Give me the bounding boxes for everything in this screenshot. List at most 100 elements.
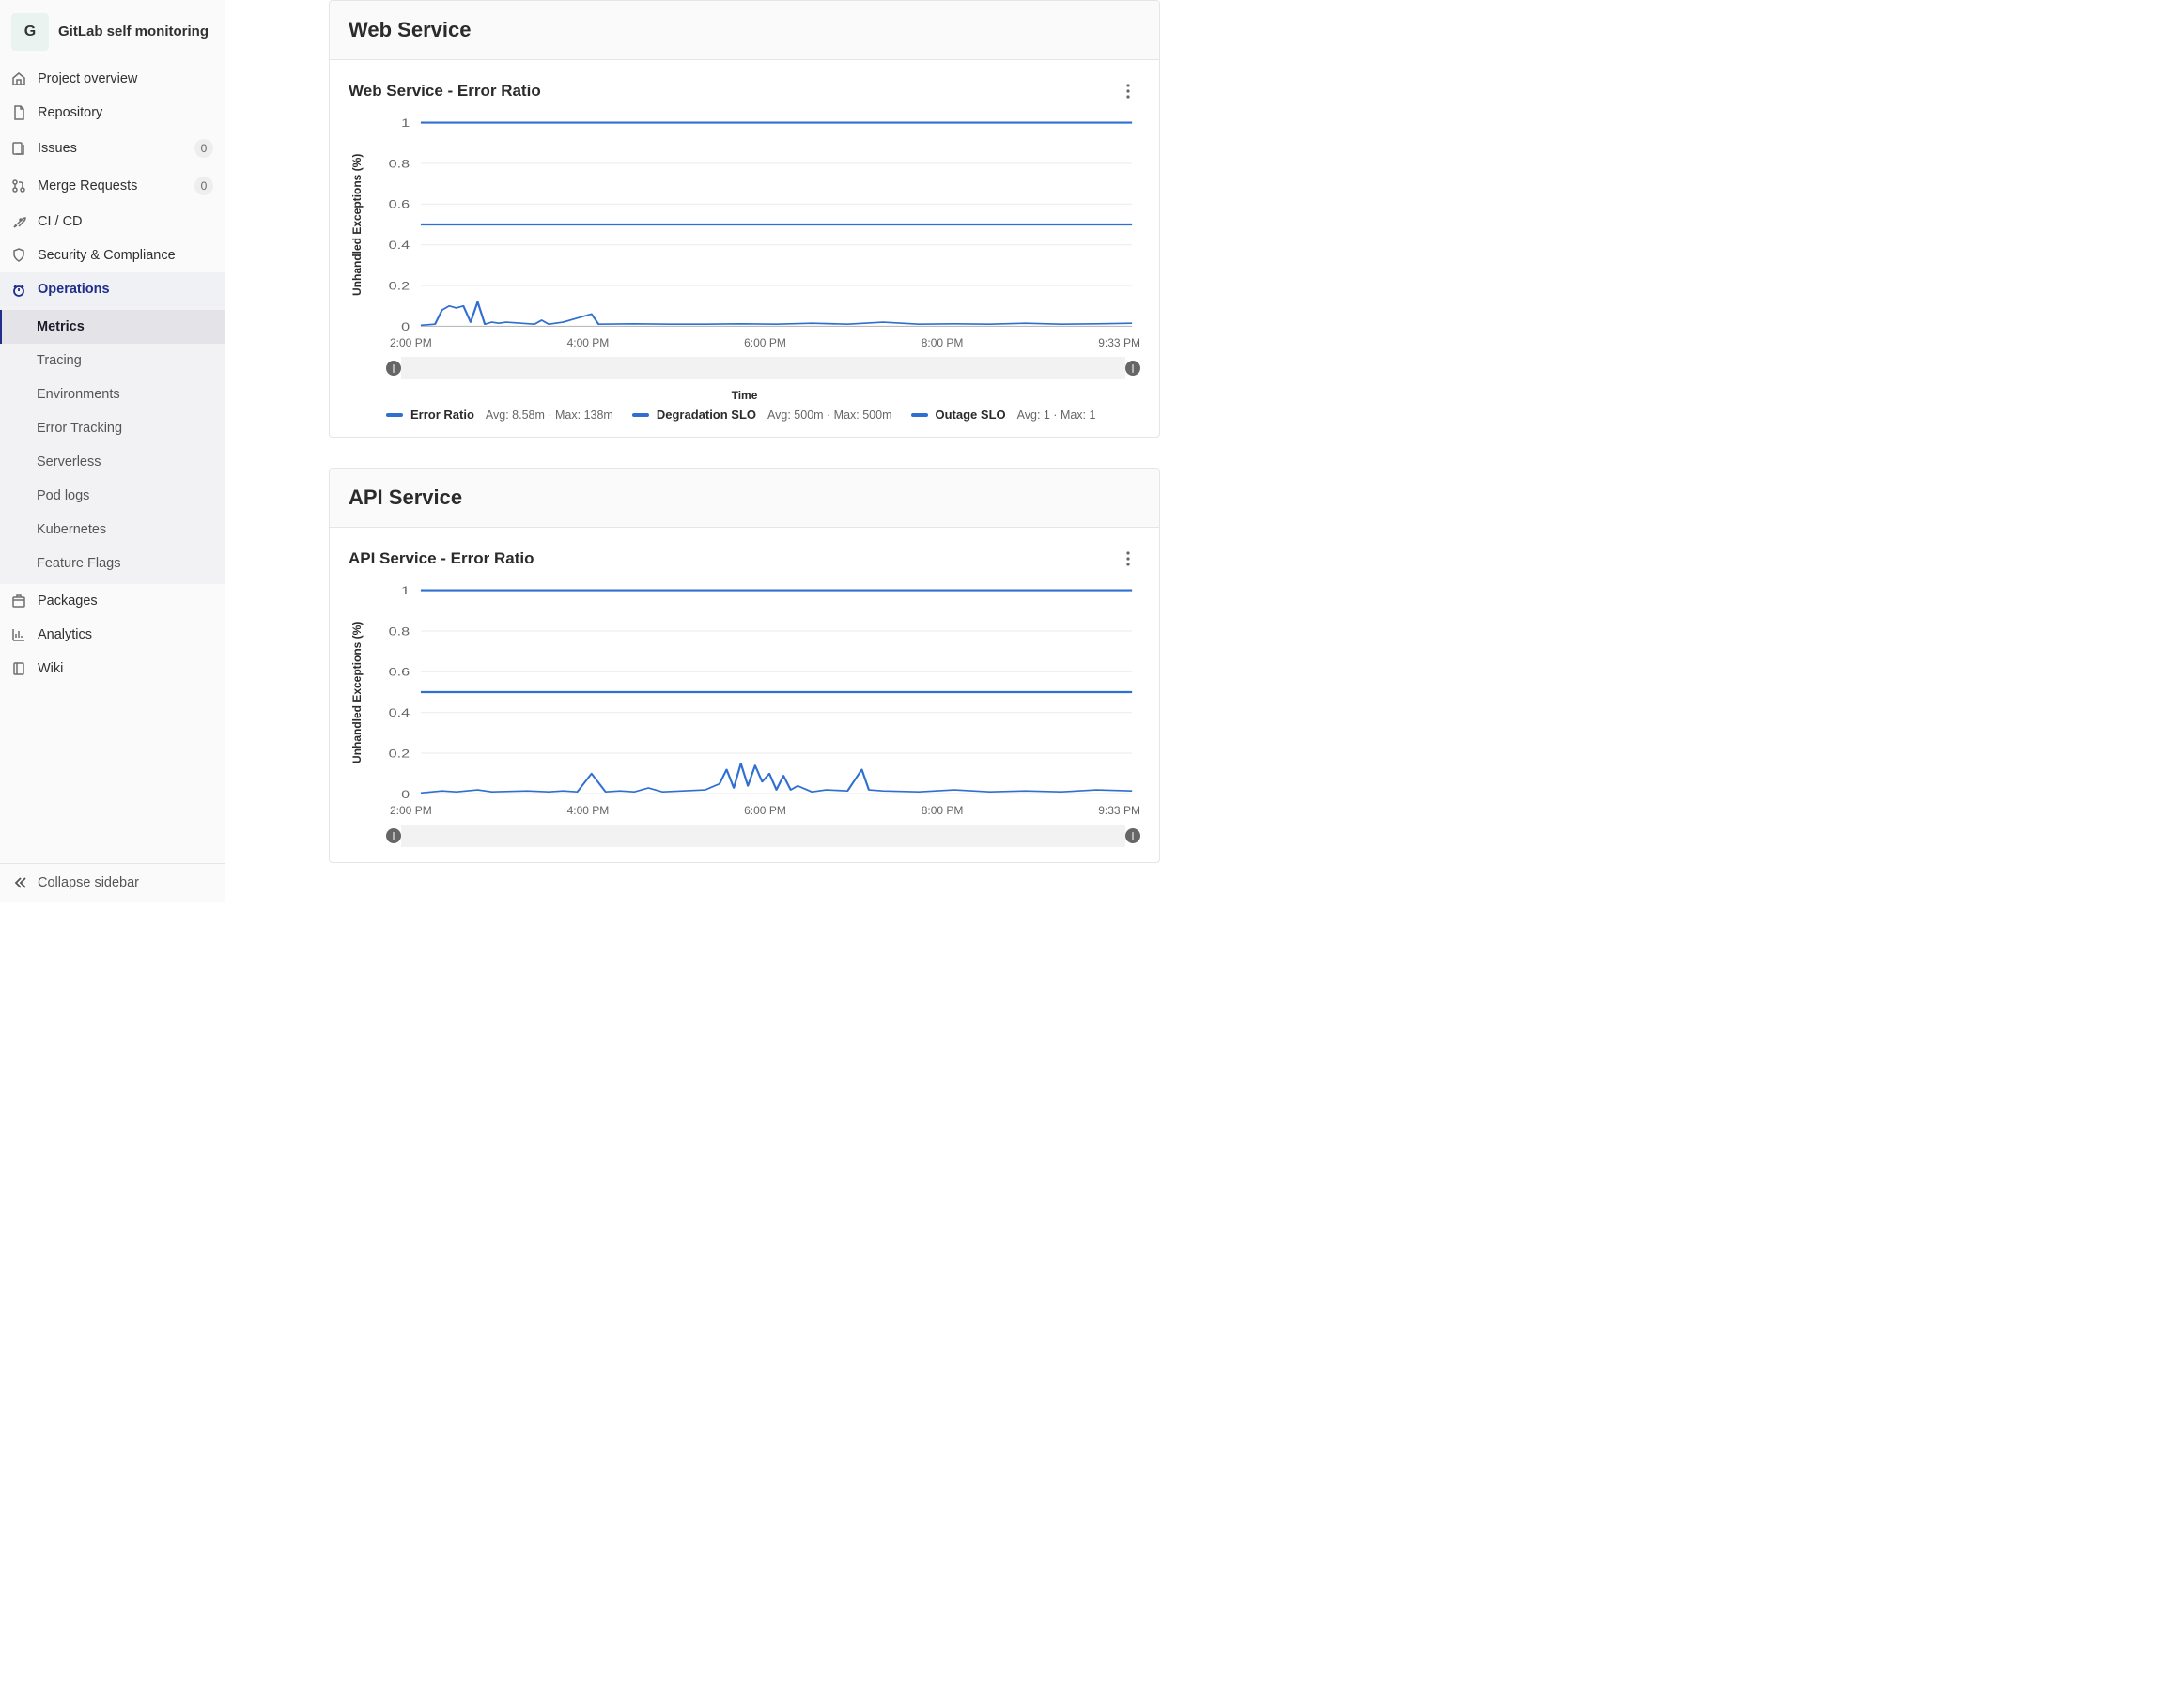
chevron-double-left-icon xyxy=(13,875,28,890)
legend-item[interactable]: Degradation SLO Avg: 500m · Max: 500m xyxy=(632,408,892,422)
legend-stats: Avg: 8.58m · Max: 138m xyxy=(486,409,613,422)
subnav-item-feature-flags[interactable]: Feature Flags xyxy=(0,547,225,580)
rocket-icon xyxy=(11,214,26,229)
svg-text:0.2: 0.2 xyxy=(389,280,410,293)
sidebar-item-analytics[interactable]: Analytics xyxy=(0,618,225,652)
sidebar-item-label: CI / CD xyxy=(38,214,213,229)
chart-icon xyxy=(11,627,26,642)
merge-request-icon xyxy=(11,178,26,193)
sidebar-item-label: Issues xyxy=(38,141,183,156)
sidebar-item-label: Wiki xyxy=(38,661,213,676)
sidebar-item-label: Merge Requests xyxy=(38,178,183,193)
document-icon xyxy=(11,105,26,120)
sidebar-item-wiki[interactable]: Wiki xyxy=(0,652,225,686)
legend-name: Degradation SLO xyxy=(657,408,756,422)
svg-text:0.4: 0.4 xyxy=(389,239,410,253)
subnav-item-serverless[interactable]: Serverless xyxy=(0,445,225,479)
sidebar: G GitLab self monitoring Project overvie… xyxy=(0,0,225,902)
y-axis-label: Unhandled Exceptions (%) xyxy=(349,584,365,800)
legend-name: Error Ratio xyxy=(410,408,474,422)
subnav-item-metrics[interactable]: Metrics xyxy=(0,310,225,344)
subnav-item-error-tracking[interactable]: Error Tracking xyxy=(0,411,225,445)
main-content: Web Service Web Service - Error Ratio Un… xyxy=(225,0,2184,902)
collapse-sidebar-button[interactable]: Collapse sidebar xyxy=(0,863,225,902)
svg-text:0.6: 0.6 xyxy=(389,667,410,680)
operations-icon xyxy=(11,282,26,297)
legend-item[interactable]: Error Ratio Avg: 8.58m · Max: 138m xyxy=(386,408,613,422)
svg-text:0.8: 0.8 xyxy=(389,625,410,639)
sidebar-item-repository[interactable]: Repository xyxy=(0,96,225,130)
sidebar-item-label: Repository xyxy=(38,105,213,120)
slider-handle-right[interactable] xyxy=(1125,361,1140,376)
ellipsis-vertical-icon xyxy=(1126,84,1130,99)
ellipsis-vertical-icon xyxy=(1126,551,1130,566)
subnav-item-pod-logs[interactable]: Pod logs xyxy=(0,479,225,513)
sidebar-item-operations[interactable]: Operations xyxy=(0,272,225,306)
svg-text:0.4: 0.4 xyxy=(389,707,410,720)
sidebar-item-ci-cd[interactable]: CI / CD xyxy=(0,205,225,239)
x-axis-ticks: 2:00 PM 4:00 PM 6:00 PM 8:00 PM 9:33 PM xyxy=(349,800,1140,817)
x-axis-ticks: 2:00 PM 4:00 PM 6:00 PM 8:00 PM 9:33 PM xyxy=(349,332,1140,349)
merge-requests-count-badge: 0 xyxy=(194,177,213,195)
slider-track[interactable] xyxy=(401,357,1125,379)
project-header[interactable]: G GitLab self monitoring xyxy=(0,6,225,62)
chart-api-error-ratio: API Service - Error Ratio Unhandled Exce… xyxy=(330,528,1159,862)
chart-menu-button[interactable] xyxy=(1116,547,1140,571)
sidebar-item-security[interactable]: Security & Compliance xyxy=(0,239,225,272)
panel-title: API Service xyxy=(349,486,1140,510)
subnav-item-environments[interactable]: Environments xyxy=(0,378,225,411)
svg-text:1: 1 xyxy=(401,117,410,131)
legend-item[interactable]: Outage SLO Avg: 1 · Max: 1 xyxy=(911,408,1096,422)
issues-icon xyxy=(11,141,26,156)
svg-text:0: 0 xyxy=(401,789,410,800)
svg-text:0.2: 0.2 xyxy=(389,748,410,761)
chart-web-error-ratio: Web Service - Error Ratio Unhandled Exce… xyxy=(330,60,1159,437)
chart-plot[interactable]: 00.20.40.60.81 xyxy=(365,584,1140,800)
chart-title: Web Service - Error Ratio xyxy=(349,82,541,100)
home-icon xyxy=(11,71,26,86)
slider-handle-left[interactable] xyxy=(386,828,401,843)
chart-plot[interactable]: 0 0.2 0.4 0.6 0.8 1 xyxy=(365,116,1140,332)
project-avatar: G xyxy=(11,13,49,51)
sidebar-item-label: Packages xyxy=(38,594,213,609)
svg-text:0: 0 xyxy=(401,321,410,332)
svg-text:0.6: 0.6 xyxy=(389,199,410,212)
chart-legend: Error Ratio Avg: 8.58m · Max: 138m Degra… xyxy=(349,408,1140,422)
subnav-item-kubernetes[interactable]: Kubernetes xyxy=(0,513,225,547)
subnav-item-tracing[interactable]: Tracing xyxy=(0,344,225,378)
legend-name: Outage SLO xyxy=(936,408,1006,422)
legend-swatch xyxy=(632,413,649,417)
sidebar-item-label: Project overview xyxy=(38,71,213,86)
legend-stats: Avg: 500m · Max: 500m xyxy=(767,409,891,422)
project-name: GitLab self monitoring xyxy=(58,23,209,41)
chart-title: API Service - Error Ratio xyxy=(349,549,534,568)
sidebar-item-label: Security & Compliance xyxy=(38,248,213,263)
sidebar-item-issues[interactable]: Issues 0 xyxy=(0,130,225,167)
slider-handle-right[interactable] xyxy=(1125,828,1140,843)
sidebar-item-packages[interactable]: Packages xyxy=(0,584,225,618)
chart-range-slider[interactable] xyxy=(386,357,1140,379)
svg-text:0.8: 0.8 xyxy=(389,158,410,171)
collapse-sidebar-label: Collapse sidebar xyxy=(38,875,139,890)
x-axis-label: Time xyxy=(349,389,1140,402)
sidebar-item-label: Analytics xyxy=(38,627,213,642)
sidebar-item-merge-requests[interactable]: Merge Requests 0 xyxy=(0,167,225,205)
y-axis-label: Unhandled Exceptions (%) xyxy=(349,116,365,332)
panel-header: Web Service xyxy=(330,1,1159,60)
chart-menu-button[interactable] xyxy=(1116,79,1140,103)
book-icon xyxy=(11,661,26,676)
package-icon xyxy=(11,594,26,609)
sidebar-item-project-overview[interactable]: Project overview xyxy=(0,62,225,96)
legend-swatch xyxy=(386,413,403,417)
panel-web-service: Web Service Web Service - Error Ratio Un… xyxy=(329,0,1160,438)
panel-header: API Service xyxy=(330,469,1159,528)
issues-count-badge: 0 xyxy=(194,139,213,158)
slider-handle-left[interactable] xyxy=(386,361,401,376)
legend-swatch xyxy=(911,413,928,417)
slider-track[interactable] xyxy=(401,825,1125,847)
chart-range-slider[interactable] xyxy=(386,825,1140,847)
operations-subnav: Metrics Tracing Environments Error Track… xyxy=(0,306,225,584)
panel-api-service: API Service API Service - Error Ratio Un… xyxy=(329,468,1160,863)
panel-title: Web Service xyxy=(349,18,1140,42)
sidebar-item-label: Operations xyxy=(38,282,213,297)
